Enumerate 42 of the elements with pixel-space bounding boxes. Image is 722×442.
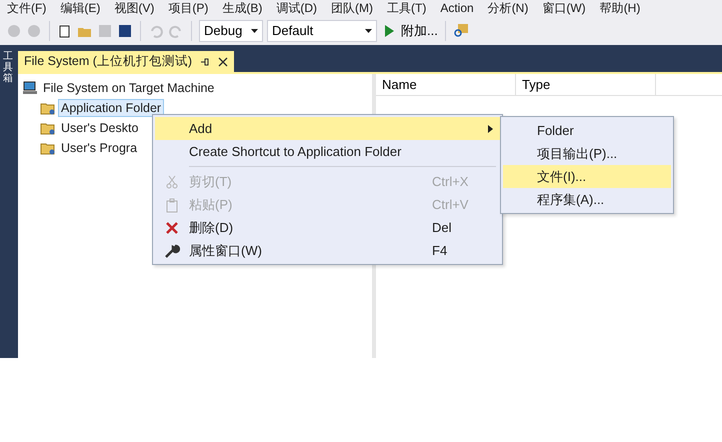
column-header[interactable]: Type — [516, 74, 656, 95]
menu-item[interactable]: 文件(I)... — [503, 165, 671, 188]
pin-icon — [200, 56, 210, 66]
menu-item[interactable]: 工具(T) — [380, 0, 434, 16]
start-button[interactable]: 附加... — [401, 22, 438, 40]
menu-item[interactable]: 生成(B) — [215, 0, 270, 16]
submenu-arrow-icon — [488, 125, 494, 133]
menu-item[interactable]: 视图(V) — [107, 0, 162, 16]
toolbox-tab[interactable]: 工具箱 — [3, 51, 13, 358]
document-tab[interactable]: File System (上位机打包测试) — [18, 51, 234, 72]
wrench-icon — [164, 242, 180, 258]
delete-icon — [164, 220, 180, 236]
find-icon[interactable] — [452, 22, 469, 38]
menu-item[interactable]: 团队(M) — [324, 0, 380, 16]
clipboard-icon — [164, 196, 180, 212]
menu-item[interactable]: 窗口(W) — [535, 0, 593, 16]
tree-item[interactable]: User's Progra — [58, 139, 140, 157]
configuration-dropdown[interactable]: Debug — [199, 20, 263, 42]
menu-item[interactable]: 项目输出(P)... — [503, 142, 671, 165]
menu-item[interactable]: Add — [155, 117, 500, 140]
tree-item[interactable]: User's Deskto — [58, 119, 142, 137]
tree-item[interactable]: Application Folder — [58, 99, 164, 117]
menu-item[interactable]: 项目(P) — [161, 0, 216, 16]
close-icon — [218, 56, 228, 66]
caret-icon — [251, 28, 258, 32]
menu-item[interactable]: 程序集(A)... — [503, 188, 671, 211]
caret-icon — [365, 28, 372, 32]
tree-item[interactable]: File System on Target Machine — [40, 79, 218, 97]
menu-item[interactable]: Folder — [503, 119, 671, 142]
menu-item[interactable]: 编辑(E) — [53, 0, 108, 16]
menu-item[interactable]: Create Shortcut to Application Folder — [155, 140, 500, 163]
menu-item[interactable]: 属性窗口(W) F4 — [155, 239, 500, 262]
menu-item[interactable]: 文件(F) — [0, 0, 54, 16]
menu-item[interactable]: Action — [433, 0, 481, 16]
menu-item[interactable]: 分析(N) — [480, 0, 536, 16]
platform-dropdown[interactable]: Default — [267, 20, 377, 42]
menu-item[interactable]: 删除(D) Del — [155, 216, 500, 239]
scissors-icon — [164, 174, 180, 190]
menu-item[interactable]: 调试(D) — [269, 0, 324, 16]
menu-item[interactable]: 帮助(H) — [592, 0, 648, 16]
column-header[interactable]: Name — [376, 74, 516, 95]
computer-icon — [22, 80, 38, 96]
